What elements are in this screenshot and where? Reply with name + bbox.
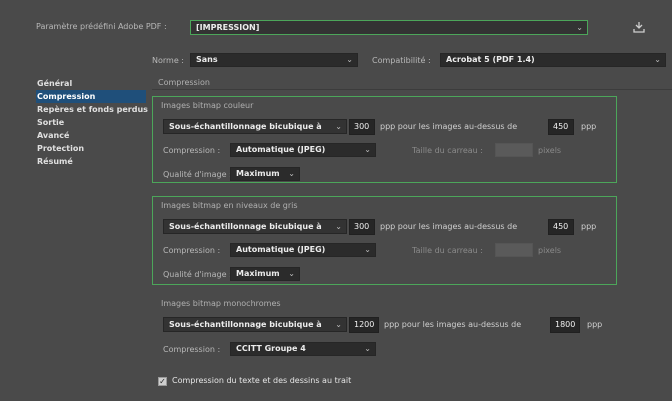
compat-label: Compatibilité :: [372, 56, 431, 65]
chevron-down-icon: ⌄: [346, 55, 353, 64]
standard-label: Norme :: [152, 56, 184, 65]
mono-compression-label: Compression :: [163, 345, 221, 354]
sidebar-item-marks-bleeds[interactable]: Repères et fonds perdus: [36, 103, 148, 116]
sidebar-item-general[interactable]: Général: [36, 77, 146, 90]
color-ppi-input[interactable]: 300: [349, 119, 375, 135]
chevron-down-icon: ⌄: [654, 55, 661, 64]
preset-label: Paramètre prédéfini Adobe PDF :: [36, 22, 167, 31]
panel-divider: [152, 89, 672, 90]
gray-unit: ppp: [581, 222, 597, 231]
gray-compression-label: Compression :: [163, 246, 221, 255]
color-compression-label: Compression :: [163, 146, 221, 155]
chevron-down-icon: ⌄: [576, 23, 583, 32]
sidebar-item-summary[interactable]: Résumé: [36, 155, 146, 168]
mono-unit: ppp: [587, 320, 603, 329]
chevron-down-icon: ⌄: [335, 222, 342, 231]
gray-tile-label: Taille du carreau :: [412, 246, 483, 255]
color-compression-select[interactable]: Automatique (JPEG) ⌄: [230, 143, 376, 157]
chevron-down-icon: ⌄: [364, 145, 371, 154]
gray-tile-input[interactable]: [495, 243, 533, 257]
sidebar-item-output[interactable]: Sortie: [36, 116, 146, 129]
chevron-down-icon: ⌄: [288, 269, 295, 278]
chevron-down-icon: ⌄: [364, 344, 371, 353]
preset-value: [IMPRESSION]: [196, 23, 260, 32]
gray-group-title: Images bitmap en niveaux de gris: [161, 201, 298, 210]
chevron-down-icon: ⌄: [335, 320, 342, 329]
color-above-text: ppp pour les images au-dessus de: [380, 122, 518, 131]
panel-title: Compression: [158, 78, 210, 87]
gray-compression-select[interactable]: Automatique (JPEG) ⌄: [230, 243, 376, 257]
text-compression-checkbox[interactable]: ✓: [158, 377, 167, 386]
sidebar-item-security[interactable]: Protection: [36, 142, 146, 155]
sidebar-item-advanced[interactable]: Avancé: [36, 129, 146, 142]
gray-ppi-input[interactable]: 300: [349, 219, 375, 235]
color-tile-label: Taille du carreau :: [412, 146, 483, 155]
gray-above-text: ppp pour les images au-dessus de: [380, 222, 518, 231]
mono-group-title: Images bitmap monochromes: [161, 299, 281, 308]
mono-method-value: Sous-échantillonnage bicubique à: [169, 320, 322, 329]
chevron-down-icon: ⌄: [335, 122, 342, 131]
mono-above-ppi-input[interactable]: 1800: [550, 317, 580, 333]
standard-select[interactable]: Sans ⌄: [190, 53, 358, 67]
color-quality-select[interactable]: Maximum ⌄: [230, 167, 300, 181]
compat-value: Acrobat 5 (PDF 1.4): [446, 55, 535, 64]
preset-select[interactable]: [IMPRESSION] ⌄: [190, 20, 588, 35]
gray-method-value: Sous-échantillonnage bicubique à: [169, 222, 322, 231]
mono-compression-value: CCITT Groupe 4: [236, 344, 306, 353]
color-above-ppi-input[interactable]: 450: [548, 119, 574, 135]
gray-quality-select[interactable]: Maximum ⌄: [230, 267, 300, 281]
color-tile-unit: pixels: [538, 146, 562, 155]
gray-tile-unit: pixels: [538, 246, 562, 255]
gray-method-select[interactable]: Sous-échantillonnage bicubique à ⌄: [163, 219, 347, 234]
color-tile-input[interactable]: [495, 143, 533, 157]
chevron-down-icon: ⌄: [288, 169, 295, 178]
color-group-title: Images bitmap couleur: [161, 101, 254, 110]
gray-quality-label: Qualité d'image :: [163, 270, 232, 279]
standard-value: Sans: [196, 55, 218, 64]
gray-above-ppi-input[interactable]: 450: [548, 219, 574, 235]
color-compression-value: Automatique (JPEG): [236, 145, 326, 154]
mono-compression-select[interactable]: CCITT Groupe 4 ⌄: [230, 342, 376, 356]
color-method-value: Sous-échantillonnage bicubique à: [169, 122, 322, 131]
text-compression-label: Compression du texte et des dessins au t…: [172, 376, 352, 385]
mono-above-text: ppp pour les images au-dessus de: [384, 320, 522, 329]
save-preset-icon[interactable]: [632, 20, 646, 34]
color-quality-value: Maximum: [236, 169, 280, 178]
compat-select[interactable]: Acrobat 5 (PDF 1.4) ⌄: [440, 53, 666, 67]
chevron-down-icon: ⌄: [364, 245, 371, 254]
color-method-select[interactable]: Sous-échantillonnage bicubique à ⌄: [163, 119, 347, 134]
color-unit: ppp: [581, 122, 597, 131]
gray-quality-value: Maximum: [236, 269, 280, 278]
mono-method-select[interactable]: Sous-échantillonnage bicubique à ⌄: [163, 317, 347, 332]
gray-compression-value: Automatique (JPEG): [236, 245, 326, 254]
sidebar-item-compression[interactable]: Compression: [36, 90, 146, 103]
color-quality-label: Qualité d'image :: [163, 170, 232, 179]
mono-ppi-input[interactable]: 1200: [349, 317, 379, 333]
